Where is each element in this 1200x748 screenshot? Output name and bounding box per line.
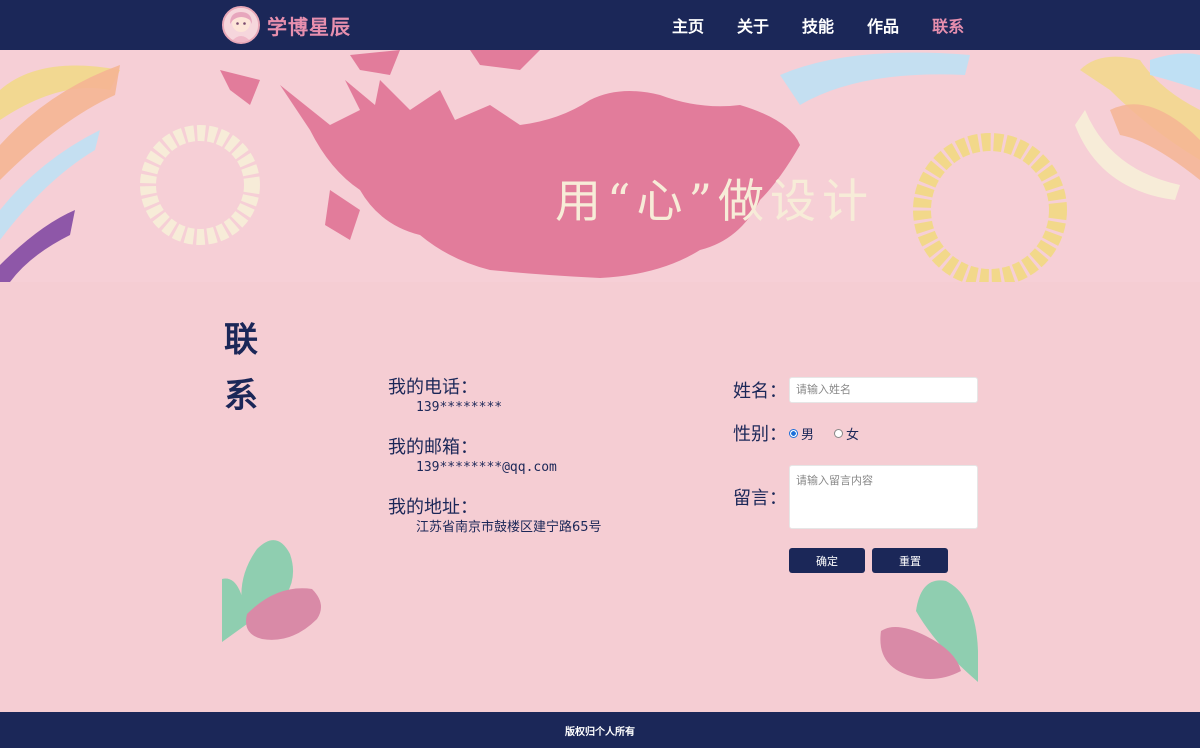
gender-male-label[interactable]: 男 xyxy=(801,424,814,443)
gender-male-radio[interactable] xyxy=(789,428,798,438)
phone-value: 139******** xyxy=(416,400,503,415)
message-textarea[interactable]: 请输入留言内容 xyxy=(789,465,978,529)
submit-button[interactable]: 确定 xyxy=(789,548,865,573)
leaf-decoration-right-icon xyxy=(880,580,978,682)
name-input[interactable]: 请输入姓名 xyxy=(789,377,978,403)
brand[interactable]: 学博星辰 xyxy=(222,6,351,44)
section-title: 联系 xyxy=(224,320,258,416)
nav-item-about[interactable]: 关于 xyxy=(737,13,769,37)
contact-info: 我的电话： 139******** 我的邮箱： 139********@qq.c… xyxy=(388,377,602,557)
gender-female-label[interactable]: 女 xyxy=(846,424,859,443)
avatar xyxy=(222,6,260,44)
email-label: 我的邮箱： xyxy=(388,437,478,458)
top-navbar: 学博星辰 主页 关于 技能 作品 联系 xyxy=(0,0,1200,50)
footer: 版权归个人所有 xyxy=(0,712,1200,748)
brand-name: 学博星辰 xyxy=(267,14,351,39)
contact-form: 姓名： 请输入姓名 性别： 男 女 留言： 请输入留言内容 确定 重置 xyxy=(733,376,983,573)
nav-item-skills[interactable]: 技能 xyxy=(802,13,834,37)
address-value: 江苏省南京市鼓楼区建宁路65号 xyxy=(416,520,602,535)
message-label: 留言： xyxy=(733,488,787,509)
footer-copyright: 版权归个人所有 xyxy=(565,726,635,738)
email-value: 139********@qq.com xyxy=(416,460,557,475)
banner-slogan: 用“心”做设计 xyxy=(555,174,875,228)
main-nav: 主页 关于 技能 作品 联系 xyxy=(672,0,997,50)
nav-item-home[interactable]: 主页 xyxy=(672,13,704,37)
nav-item-contact[interactable]: 联系 xyxy=(932,13,964,37)
name-label: 姓名： xyxy=(733,381,787,402)
contact-section: 联系 我的电话： 139******** 我的邮箱： 139********@q… xyxy=(0,282,1200,712)
message-row: 留言： 请输入留言内容 xyxy=(733,465,983,529)
phone-label: 我的电话： xyxy=(388,377,478,398)
name-row: 姓名： 请输入姓名 xyxy=(733,376,983,404)
address-block: 我的地址： 江苏省南京市鼓楼区建宁路65号 xyxy=(388,497,602,537)
nav-item-works[interactable]: 作品 xyxy=(867,13,899,37)
gender-female-radio[interactable] xyxy=(834,428,844,438)
leaf-decoration-left-icon xyxy=(222,540,321,642)
address-label: 我的地址： xyxy=(388,497,478,518)
hero-banner: 用“心”做设计 xyxy=(0,50,1200,282)
gender-row: 性别： 男 女 xyxy=(733,419,983,447)
phone-block: 我的电话： 139******** xyxy=(388,377,602,417)
gender-radio-group: 男 女 xyxy=(789,424,859,443)
gender-label: 性别： xyxy=(733,424,787,445)
reset-button[interactable]: 重置 xyxy=(872,548,948,573)
form-actions: 确定 重置 xyxy=(733,548,983,573)
email-block: 我的邮箱： 139********@qq.com xyxy=(388,437,602,477)
